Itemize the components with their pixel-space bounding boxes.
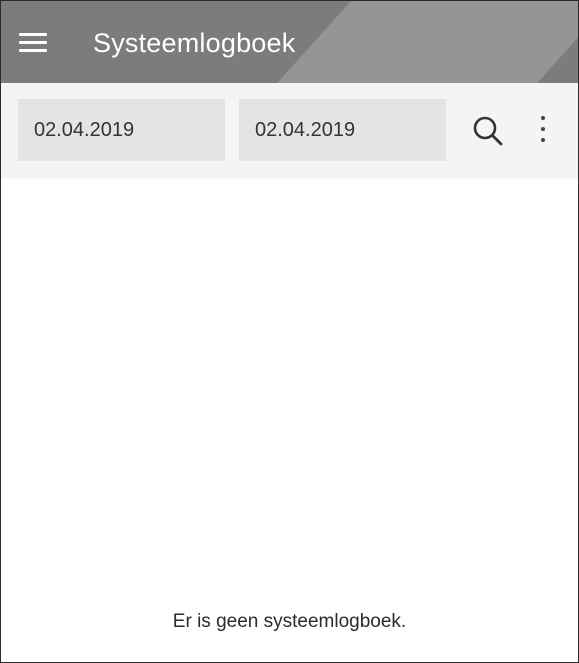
screen-frame: Systeemlogboek 02.04.2019 02.04.2019 Er … [0, 0, 579, 663]
page-title: Systeemlogboek [93, 28, 296, 58]
more-dot [541, 127, 545, 131]
date-filter-toolbar: 02.04.2019 02.04.2019 [1, 83, 578, 179]
empty-log-message: Er is geen systeemlogboek. [172, 611, 407, 632]
menu-line [19, 33, 47, 36]
hamburger-menu-icon[interactable] [19, 27, 49, 57]
menu-line [19, 49, 47, 52]
app-bar: Systeemlogboek [1, 1, 578, 83]
app-bar-decoration [277, 1, 578, 83]
search-icon-graphic [473, 116, 503, 146]
end-date-field[interactable]: 02.04.2019 [239, 99, 446, 161]
more-dot [541, 138, 545, 142]
menu-line [19, 41, 47, 44]
log-content-area: Er is geen systeemlogboek. [1, 179, 578, 662]
more-vertical-icon[interactable] [533, 111, 553, 149]
search-icon[interactable] [470, 113, 506, 149]
start-date-field[interactable]: 02.04.2019 [18, 99, 225, 161]
more-dot [541, 116, 545, 120]
